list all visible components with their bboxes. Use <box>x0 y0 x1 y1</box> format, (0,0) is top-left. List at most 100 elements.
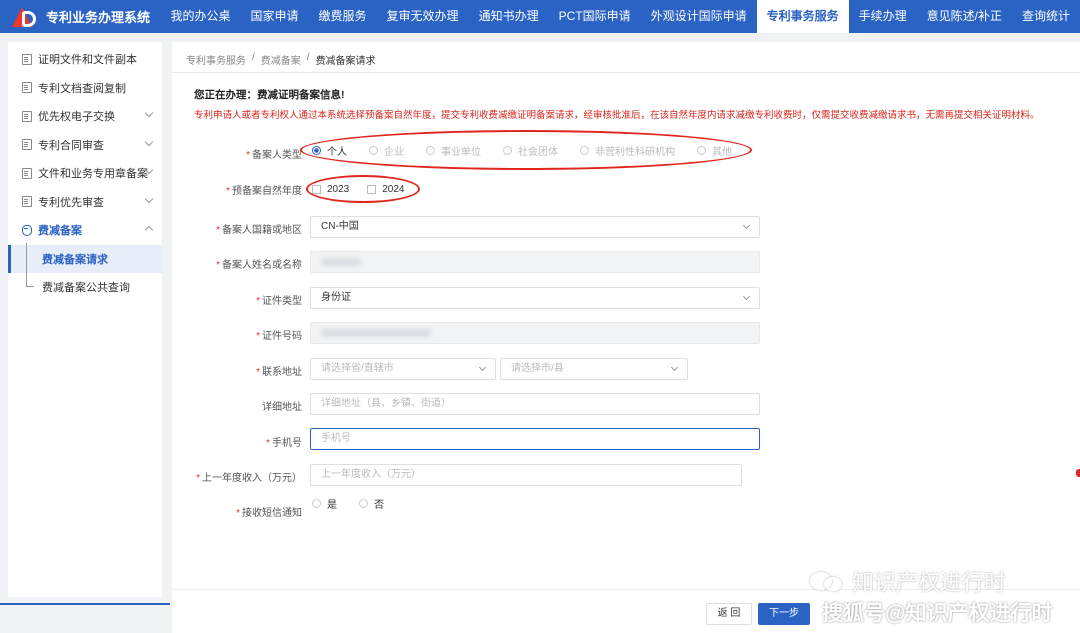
nationality-select[interactable]: CN-中国 <box>310 216 760 238</box>
sidebar-item-certificates[interactable]: 证明文件和文件副本 <box>8 45 162 74</box>
breadcrumb-separator: / <box>252 52 255 63</box>
nav-procedures[interactable]: 手续办理 <box>849 0 917 33</box>
back-button[interactable]: 返 回 <box>706 603 752 625</box>
sidebar-item-label: 优先权电子交换 <box>38 111 115 124</box>
chevron-down-icon <box>670 363 679 372</box>
sidebar-item-contract-review[interactable]: 专利合同审查 <box>8 131 162 160</box>
field-label: * 备案人国籍或地区 <box>216 225 302 236</box>
field-label: * 证件号码 <box>256 331 302 342</box>
sidebar-item-label: 专利优先审查 <box>38 196 104 209</box>
document-icon <box>22 139 32 151</box>
document-icon <box>22 53 32 65</box>
radio-sms-yes[interactable]: 是 <box>312 496 337 511</box>
sidebar-sub-fee-reduction-request[interactable]: 费减备案请求 <box>8 244 162 273</box>
breadcrumb-current: 费减备案请求 <box>315 56 376 67</box>
sidebar: 证明文件和文件副本 专利文档查阅复制 优先权电子交换 专利合同审查 文件和业务专… <box>8 42 162 597</box>
watermark-line2: 搜狐号@知识产权进行时 <box>822 602 1053 625</box>
app-logo-icon <box>10 5 40 29</box>
nav-reexamination[interactable]: 复审无效办理 <box>377 0 469 33</box>
nav-design-international[interactable]: 外观设计国际申请 <box>641 0 757 33</box>
filer-name-field[interactable] <box>310 251 760 273</box>
sidebar-item-label: 费减备案 <box>38 225 82 238</box>
notice-title: 您正在办理：费减证明备案信息! <box>194 89 345 101</box>
nav-fee-service[interactable]: 缴费服务 <box>309 0 377 33</box>
field-label: * 备案人类型 <box>246 150 302 161</box>
divider <box>172 72 1080 73</box>
wechat-logo-icon <box>810 570 846 592</box>
document-icon <box>22 110 32 122</box>
breadcrumb-separator: / <box>306 52 310 63</box>
tree-line <box>26 286 34 287</box>
province-select[interactable]: 请选择省/直辖市 <box>310 358 496 380</box>
tree-line <box>26 243 27 287</box>
nav-pct[interactable]: PCT国际申请 <box>549 0 641 33</box>
radio-public-institution[interactable]: 事业单位 <box>426 143 481 158</box>
sidebar-divider <box>0 603 170 605</box>
main-nav: 我的办公桌 国家申请 缴费服务 复审无效办理 通知书办理 PCT国际申请 外观设… <box>161 0 1080 33</box>
sidebar-item-label: 证明文件和文件副本 <box>38 54 137 67</box>
id-number-field[interactable] <box>310 322 760 344</box>
document-icon <box>22 82 32 94</box>
app-brand[interactable]: 专利业务办理系统 <box>0 0 161 33</box>
nav-query-stats[interactable]: 查询统计 <box>1012 0 1080 33</box>
breadcrumb-item[interactable]: 专利事务服务 <box>186 52 246 67</box>
notice-text: 专利申请人或者专利权人通过本系统选择预备案自然年度，提交专利收费减缴证明备案请求… <box>194 110 1040 121</box>
radio-sms-no[interactable]: 否 <box>359 496 384 511</box>
radio-nonprofit-research[interactable]: 非营利性科研机构 <box>580 143 675 158</box>
year-checkbox-group: 2023 2024 <box>312 179 423 199</box>
sidebar-item-label: 专利合同审查 <box>38 139 104 152</box>
app-title: 专利业务办理系统 <box>46 10 151 25</box>
nav-my-desk[interactable]: 我的办公桌 <box>161 0 241 33</box>
field-label: * 手机号 <box>266 438 302 449</box>
nav-national-application[interactable]: 国家申请 <box>241 0 309 33</box>
edge-marker <box>1076 469 1080 477</box>
field-label: * 联系地址 <box>256 367 302 378</box>
chevron-down-icon <box>478 363 487 372</box>
document-icon <box>22 196 32 208</box>
field-label: 详细地址 <box>262 402 302 413</box>
chevron-down-icon <box>742 292 751 301</box>
chevron-down-icon <box>742 221 751 230</box>
city-select[interactable]: 请选择市/县 <box>500 358 688 380</box>
field-label: * 接收短信通知 <box>236 508 302 519</box>
checkbox-year-2023[interactable]: 2023 <box>312 184 349 195</box>
sidebar-item-label: 专利文档查阅复制 <box>38 82 126 95</box>
field-label: * 预备案自然年度 <box>226 186 302 197</box>
sidebar-item-label: 文件和业务专用章备案 <box>38 168 148 181</box>
field-label: * 备案人姓名或名称 <box>216 260 302 271</box>
top-navbar: 专利业务办理系统 我的办公桌 国家申请 缴费服务 复审无效办理 通知书办理 PC… <box>0 0 1080 33</box>
nav-patent-affairs[interactable]: 专利事务服务 <box>756 0 849 33</box>
nav-opinion[interactable]: 意见陈述/补正 <box>917 0 1012 33</box>
field-label: * 证件类型 <box>256 296 302 307</box>
breadcrumb-item[interactable]: 费减备案 <box>261 52 301 67</box>
id-type-select[interactable]: 身份证 <box>310 287 760 309</box>
field-label: * 上一年度收入（万元） <box>196 473 302 484</box>
chevron-up-icon <box>144 225 154 235</box>
radio-enterprise[interactable]: 企业 <box>369 143 404 158</box>
next-button[interactable]: 下一步 <box>758 603 810 625</box>
sidebar-sub-fee-reduction-query[interactable]: 费减备案公共查询 <box>8 273 162 302</box>
radio-other[interactable]: 其他 <box>697 143 732 158</box>
document-icon <box>22 167 32 179</box>
redacted-value <box>321 329 431 337</box>
income-input[interactable]: 上一年度收入（万元） <box>310 464 742 486</box>
phone-input[interactable]: 手机号 <box>310 428 760 450</box>
chevron-down-icon <box>144 137 154 146</box>
sidebar-item-seal-filing[interactable]: 文件和业务专用章备案 <box>8 159 162 188</box>
sidebar-item-priority-examination[interactable]: 专利优先审查 <box>8 188 162 217</box>
chevron-down-icon <box>144 108 154 118</box>
filer-type-radio-group: 个人 企业 事业单位 社会团体 非营利性科研机构 其他 <box>312 140 754 160</box>
chevron-down-icon <box>144 194 154 203</box>
radio-social-group[interactable]: 社会团体 <box>503 143 558 158</box>
main-panel: 专利事务服务 / 费减备案 / 费减备案请求 您正在办理：费减证明备案信息! 专… <box>172 42 1080 633</box>
sms-radio-group: 是 否 <box>312 496 406 511</box>
sidebar-item-document-copy[interactable]: 专利文档查阅复制 <box>8 74 162 103</box>
sidebar-item-fee-reduction[interactable]: 费减备案 <box>8 216 162 245</box>
address-detail-input[interactable]: 详细地址（县、乡镇、街道） <box>310 393 760 415</box>
checkbox-year-2024[interactable]: 2024 <box>367 184 405 195</box>
sidebar-item-priority-exchange[interactable]: 优先权电子交换 <box>8 102 162 131</box>
radio-individual[interactable]: 个人 <box>312 143 347 158</box>
redacted-value <box>321 258 361 266</box>
nav-notice[interactable]: 通知书办理 <box>469 0 549 33</box>
shield-icon <box>22 224 32 236</box>
